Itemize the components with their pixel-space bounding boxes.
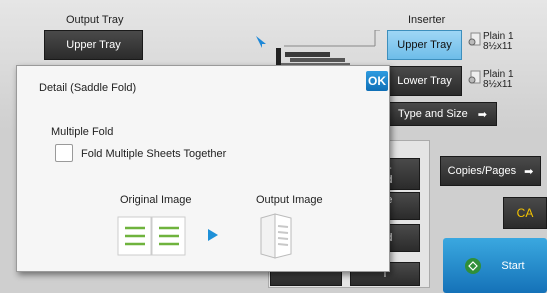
fold-multiple-sheets-label: Fold Multiple Sheets Together bbox=[81, 148, 227, 160]
arrow-right-icon bbox=[207, 228, 219, 242]
upper-tray-paper-info: Plain 1 8½x11 bbox=[483, 32, 514, 52]
start-label: Start bbox=[501, 259, 525, 272]
ok-button[interactable]: OK bbox=[366, 71, 388, 91]
lower-tray-paper-info: Plain 1 8½x11 bbox=[483, 70, 514, 90]
output-image-preview bbox=[257, 212, 297, 260]
paper-exit-arrow-icon bbox=[256, 36, 266, 48]
type-and-size-label: Type and Size bbox=[398, 108, 468, 120]
copies-pages-button[interactable]: Copies/Pages ➡ bbox=[440, 156, 541, 186]
inserter-label: Inserter bbox=[408, 14, 446, 26]
output-tray-label: Output Tray bbox=[66, 14, 124, 26]
arrow-right-icon: ➡ bbox=[477, 108, 487, 121]
upper-tray-paper-size: 8½x11 bbox=[483, 41, 513, 52]
clear-all-button[interactable]: CA bbox=[503, 197, 547, 229]
output-tray-button[interactable]: Upper Tray bbox=[44, 30, 143, 60]
start-icon bbox=[465, 257, 482, 274]
type-and-size-button[interactable]: Type and Size ➡ bbox=[387, 102, 497, 126]
copies-pages-label: Copies/Pages bbox=[447, 165, 517, 177]
start-button[interactable]: Start bbox=[443, 238, 547, 293]
inserter-upper-tray-button[interactable]: Upper Tray bbox=[387, 30, 462, 60]
fold-multiple-sheets-checkbox[interactable] bbox=[55, 144, 73, 162]
original-pages-icon bbox=[117, 216, 186, 256]
multiple-fold-section-label: Multiple Fold bbox=[51, 126, 114, 138]
saddle-fold-detail-dialog: Detail (Saddle Fold) OK Multiple Fold Fo… bbox=[16, 65, 390, 272]
lower-tray-paper-size: 8½x11 bbox=[483, 79, 513, 90]
output-image-label: Output Image bbox=[256, 194, 323, 206]
finisher-illustration bbox=[250, 29, 388, 70]
inserter-lower-tray-button[interactable]: Lower Tray bbox=[387, 66, 462, 96]
folded-booklet-icon bbox=[260, 213, 292, 259]
arrow-right-icon: ➡ bbox=[524, 165, 534, 178]
original-image-label: Original Image bbox=[120, 194, 192, 206]
dialog-title: Detail (Saddle Fold) bbox=[39, 82, 137, 94]
finisher-graphic bbox=[256, 29, 388, 70]
upper-tray-paper-icon bbox=[468, 30, 482, 50]
lower-tray-paper-icon bbox=[468, 68, 482, 88]
original-image-preview bbox=[117, 216, 187, 256]
